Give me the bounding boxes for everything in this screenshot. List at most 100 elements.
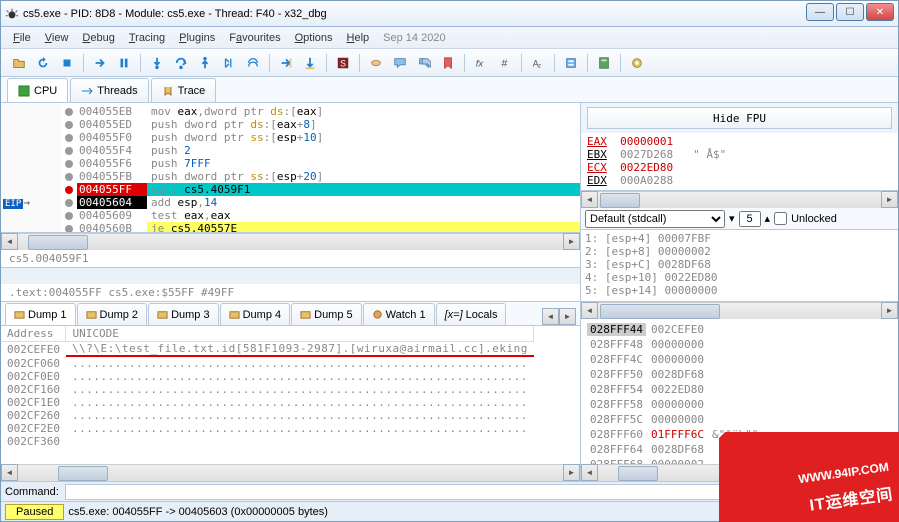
menu-tracing[interactable]: Tracing [129, 32, 165, 44]
regs-hscrollbar[interactable] [598, 191, 881, 208]
stack-view[interactable]: 028FFF44002CEFE0028FFF4800000000028FFF4C… [581, 319, 898, 464]
bookmarks-icon[interactable] [437, 52, 459, 74]
scylla-icon[interactable]: S [332, 52, 354, 74]
dump-tab-5[interactable]: Watch 1 [363, 303, 435, 325]
calls-icon[interactable] [560, 52, 582, 74]
menu-debug[interactable]: Debug [82, 32, 114, 44]
window-title: cs5.exe - PID: 8D8 - Module: cs5.exe - T… [23, 8, 327, 20]
unlocked-label: Unlocked [791, 213, 837, 225]
dump-col-unicode: UNICODE [66, 326, 534, 342]
command-bar: Command: [1, 481, 898, 501]
stack-args-view[interactable]: 1: [esp+4] 00007FBF2: [esp+8] 000000023:… [581, 230, 898, 302]
svg-text:S: S [340, 58, 346, 68]
minimize-button[interactable]: — [806, 3, 834, 21]
stepper-down-icon[interactable]: ▾ [729, 212, 735, 225]
regs-scroll-left[interactable]: ◄ [581, 191, 598, 208]
callconv-bar: Default (stdcall) ▾ ▴ Unlocked [581, 208, 898, 230]
disasm-scroll-right[interactable]: ► [563, 233, 580, 250]
titlebar: cs5.exe - PID: 8D8 - Module: cs5.exe - T… [1, 1, 898, 27]
dump-scroll-right[interactable]: ► [563, 464, 580, 481]
status-bar: Paused cs5.exe: 004055FF -> 00405603 (0x… [1, 501, 898, 521]
dump-tab-4[interactable]: Dump 5 [291, 303, 362, 325]
menu-options[interactable]: Options [295, 32, 333, 44]
section-line: .text:004055FF cs5.exe:$55FF #49FF [1, 284, 580, 302]
command-label: Command: [5, 486, 59, 498]
dump-col-address: Address [1, 326, 66, 342]
stack-scroll-left[interactable]: ◄ [581, 464, 598, 481]
build-date: Sep 14 2020 [383, 32, 445, 44]
app-icon [5, 7, 19, 21]
menu-favourites[interactable]: Favourites [229, 32, 280, 44]
run-to-sel-icon[interactable] [299, 52, 321, 74]
pause-icon[interactable] [113, 52, 135, 74]
dump-scroll-left[interactable]: ◄ [1, 464, 18, 481]
tab-trace[interactable]: Trace [151, 78, 217, 102]
run-icon[interactable] [89, 52, 111, 74]
stepinto-icon[interactable] [146, 52, 168, 74]
command-input[interactable] [65, 484, 894, 500]
trace-into-icon[interactable] [218, 52, 240, 74]
tab-threads-label: Threads [97, 85, 137, 97]
restart-icon[interactable] [32, 52, 54, 74]
dump-view[interactable]: Address UNICODE 002CEFE0\\?\E:\test_file… [1, 326, 580, 464]
functions-icon[interactable]: fx [470, 52, 492, 74]
run-to-user-icon[interactable] [275, 52, 297, 74]
tab-trace-label: Trace [178, 85, 206, 97]
strings-icon[interactable]: Az [527, 52, 549, 74]
patches-icon[interactable] [365, 52, 387, 74]
menubar: File View Debug Tracing Plugins Favourit… [1, 27, 898, 49]
menu-file[interactable]: File [13, 32, 31, 44]
dump-tab-3[interactable]: Dump 4 [220, 303, 291, 325]
stepper-up-icon[interactable]: ▴ [765, 212, 771, 225]
svg-text:#: # [502, 57, 508, 69]
dump-tab-2[interactable]: Dump 3 [148, 303, 219, 325]
sa-scroll-right[interactable]: ► [881, 302, 898, 319]
disassembly-view[interactable]: EIP→ 004055EB004055ED004055F0004055F4004… [1, 103, 580, 233]
status-paused: Paused [5, 504, 64, 520]
stepout-icon[interactable] [194, 52, 216, 74]
callconv-select[interactable]: Default (stdcall) [585, 210, 725, 228]
dumptab-left[interactable]: ◄ [542, 308, 559, 325]
trace-over-icon[interactable] [242, 52, 264, 74]
stack-scroll-right[interactable]: ► [881, 464, 898, 481]
dump-hscrollbar[interactable] [18, 464, 563, 481]
open-icon[interactable] [8, 52, 30, 74]
dump-tab-0[interactable]: Dump 1 [5, 303, 76, 325]
stack-hscrollbar[interactable] [598, 464, 881, 481]
maximize-button[interactable]: ☐ [836, 3, 864, 21]
eip-marker: EIP [3, 199, 23, 209]
settings-icon[interactable] [626, 52, 648, 74]
variables-icon[interactable]: # [494, 52, 516, 74]
status-text: cs5.exe: 004055FF -> 00405603 (0x0000000… [68, 506, 871, 518]
registers-view[interactable]: EAX 00000001EBX 0027D268" Å$"ECX 0022ED8… [581, 133, 898, 191]
menu-help[interactable]: Help [347, 32, 370, 44]
close-button[interactable]: ✕ [866, 3, 894, 21]
tab-threads[interactable]: Threads [70, 78, 148, 102]
comments-icon[interactable] [389, 52, 411, 74]
sa-scroll-left[interactable]: ◄ [581, 302, 598, 319]
main-tabs: CPU Threads Trace [1, 77, 898, 103]
dump-tab-1[interactable]: Dump 2 [77, 303, 148, 325]
menu-plugins[interactable]: Plugins [179, 32, 215, 44]
svg-text:z: z [538, 62, 541, 69]
dump-tabs: Dump 1Dump 2Dump 3Dump 4Dump 5Watch 1[x=… [1, 302, 580, 326]
regs-scroll-right[interactable]: ► [881, 191, 898, 208]
svg-text:fx: fx [476, 58, 485, 69]
disasm-hscrollbar[interactable] [18, 233, 563, 250]
arg-count-input[interactable] [739, 211, 761, 227]
stepover-icon[interactable] [170, 52, 192, 74]
tab-cpu-label: CPU [34, 85, 57, 97]
hide-fpu-button[interactable]: Hide FPU [587, 107, 892, 129]
dump-tab-6[interactable]: [x=]Locals [436, 303, 507, 325]
tab-cpu[interactable]: CPU [7, 78, 68, 102]
toolbar: S fx # Az [1, 49, 898, 77]
status-time-label: Tim [871, 506, 898, 518]
unlocked-checkbox[interactable] [774, 212, 787, 225]
menu-view[interactable]: View [45, 32, 69, 44]
calc-icon[interactable] [593, 52, 615, 74]
labels-icon[interactable] [413, 52, 435, 74]
disasm-scroll-left[interactable]: ◄ [1, 233, 18, 250]
stop-icon[interactable] [56, 52, 78, 74]
dumptab-right[interactable]: ► [559, 308, 576, 325]
sa-hscrollbar[interactable] [598, 302, 881, 319]
